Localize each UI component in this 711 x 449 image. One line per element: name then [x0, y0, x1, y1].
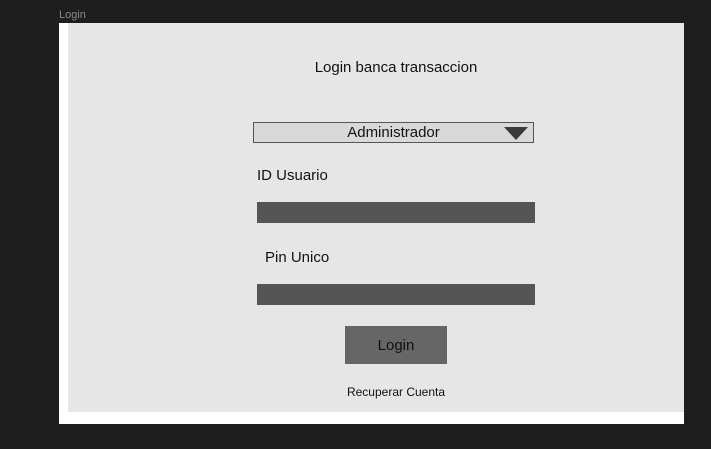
role-select[interactable]: Administrador — [253, 122, 534, 143]
recover-account-link-row: Recuperar Cuenta — [68, 385, 684, 399]
login-button[interactable]: Login — [345, 326, 447, 364]
triangle-down-icon[interactable] — [504, 127, 528, 140]
frame-label[interactable]: Login — [59, 9, 86, 21]
login-frame: Login banca transaccion Administrador ID… — [59, 23, 684, 424]
user-id-input[interactable] — [257, 202, 535, 223]
login-panel: Login banca transaccion Administrador ID… — [68, 23, 684, 412]
user-id-label: ID Usuario — [257, 167, 328, 184]
role-select-value: Administrador — [347, 124, 440, 141]
pin-input[interactable] — [257, 284, 535, 305]
page-title: Login banca transaccion — [314, 59, 478, 76]
design-canvas: Login Login banca transaccion Administra… — [0, 0, 711, 449]
pin-label: Pin Unico — [265, 249, 330, 266]
recover-account-link[interactable]: Recuperar Cuenta — [347, 385, 445, 399]
